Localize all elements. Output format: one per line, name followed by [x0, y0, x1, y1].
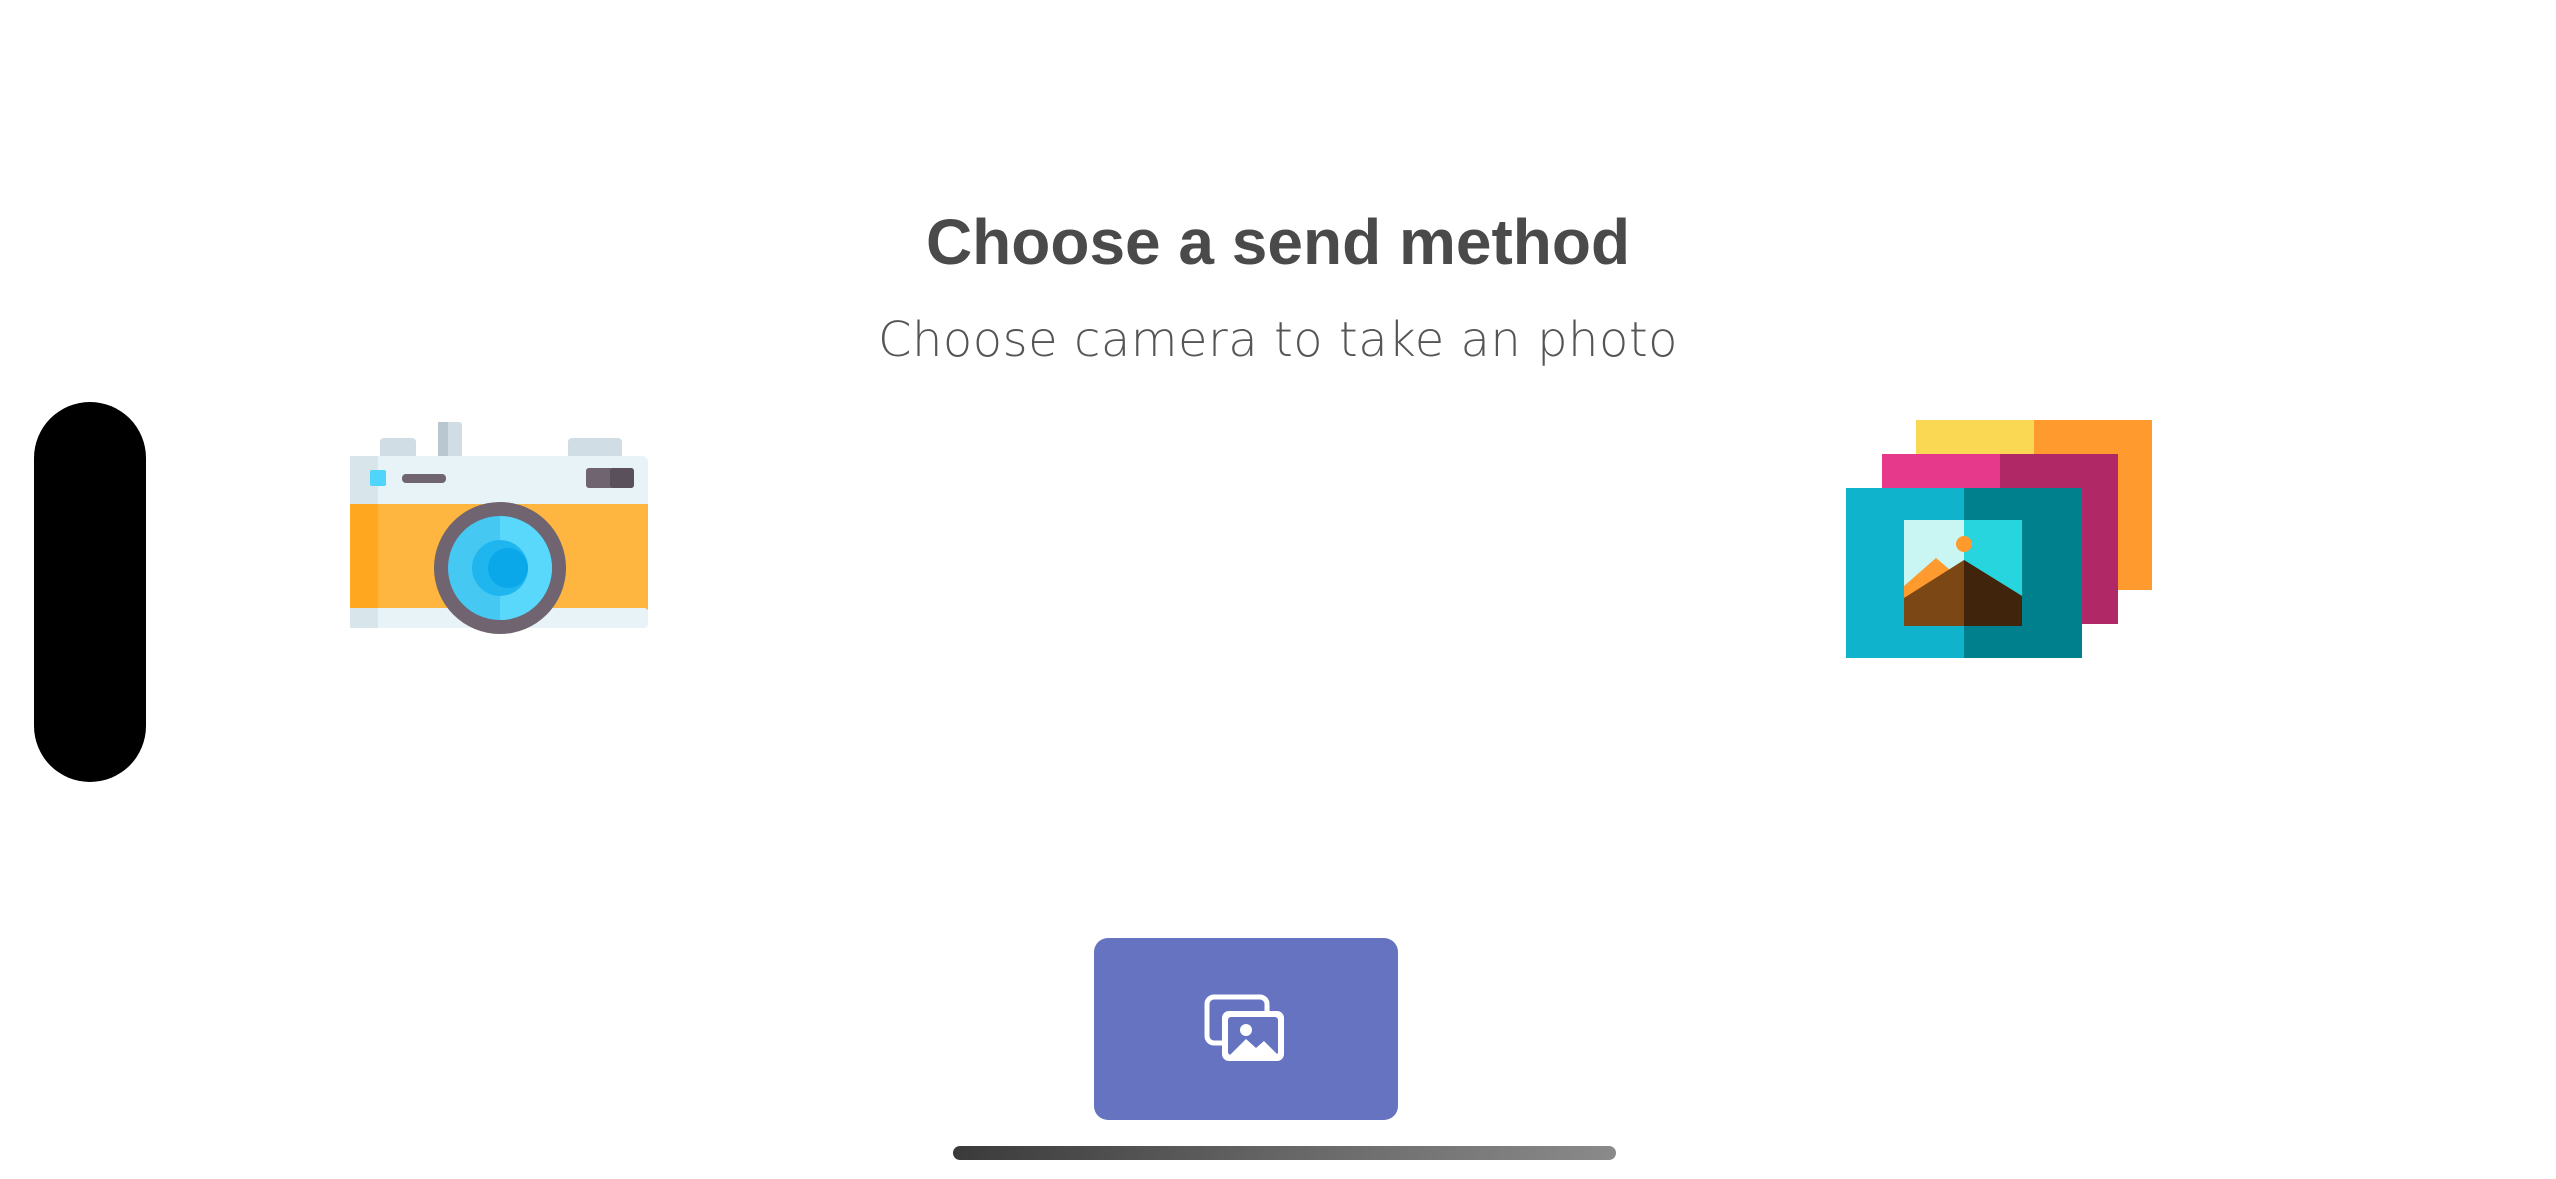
send-photo-button[interactable]	[1094, 938, 1398, 1120]
gallery-option[interactable]	[1840, 410, 2170, 670]
images-icon	[1204, 994, 1284, 1061]
device-camera-notch	[34, 402, 146, 782]
send-method-screen: Choose a send method Choose camera to ta…	[0, 0, 2556, 1179]
camera-option[interactable]	[340, 420, 660, 650]
home-indicator[interactable]	[953, 1146, 1616, 1160]
photo-stack-icon	[1846, 420, 2152, 658]
camera-icon	[350, 422, 648, 634]
page-title: Choose a send method	[925, 206, 1631, 278]
page-subtitle: Choose camera to take an photo	[877, 312, 1679, 368]
